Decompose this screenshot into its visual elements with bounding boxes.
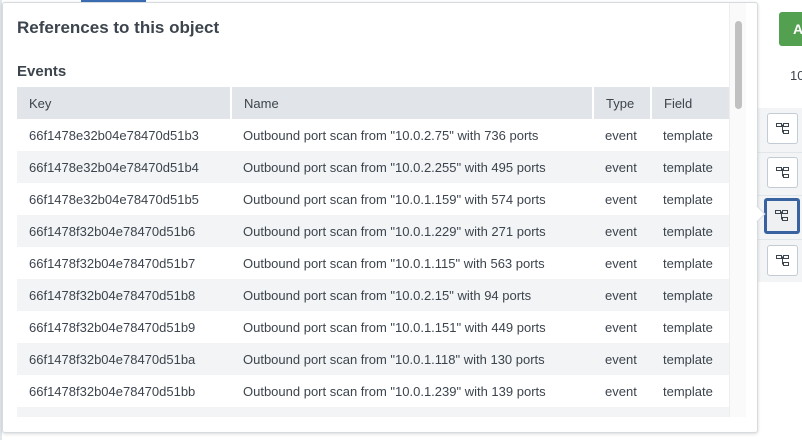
scrollbar[interactable] [729, 3, 746, 417]
table-row[interactable]: 66f1478e32b04e78470d51b4 Outbound port sc… [17, 151, 729, 183]
cell-name: Outbound port scan from "10.0.1.115" wit… [243, 255, 545, 271]
cell-type: event [593, 279, 651, 311]
cell-type: event [605, 191, 637, 207]
cell-type: event [593, 215, 651, 247]
references-popover: References to this object Events Key Nam… [2, 2, 758, 433]
cell [231, 407, 593, 417]
hierarchy-icon [775, 254, 789, 266]
table-row[interactable]: 66f1478f32b04e78470d51b7 Outbound port sc… [17, 247, 729, 279]
hierarchy-icon [775, 210, 788, 221]
cell-name: Outbound port scan from "10.0.2.15" with… [231, 279, 593, 311]
cell-key: 66f1478e32b04e78470d51b5 [29, 191, 199, 207]
hierarchy-button[interactable] [764, 198, 800, 234]
cell-field: template [663, 319, 713, 335]
cell-field: template [663, 127, 713, 143]
table-row[interactable]: 66f1478e32b04e78470d51b5 Outbound port sc… [17, 183, 729, 215]
cell-name: Outbound port scan from "10.0.1.229" wit… [231, 215, 593, 247]
column-header-name: Name [231, 87, 594, 119]
cell-type: event [593, 343, 651, 375]
cell-key: 66f1478f32b04e78470d51ba [17, 343, 231, 375]
cell-field: template [663, 255, 713, 271]
hierarchy-icon [775, 166, 789, 178]
column-header-type: Type [593, 87, 652, 119]
cell-key: 66f1478e32b04e78470d51b4 [17, 151, 231, 183]
cell-key: 66f1478f32b04e78470d51b7 [29, 255, 196, 271]
hierarchy-icon [775, 122, 789, 134]
cell-key: 66f1478f32b04e78470d51b6 [17, 215, 231, 247]
cell-field: template [651, 279, 729, 311]
cell-name: Outbound port scan from "10.0.2.75" with… [243, 127, 539, 143]
table-row-partial[interactable] [17, 407, 729, 417]
table-row[interactable]: 66f1478f32b04e78470d51b8 Outbound port sc… [17, 279, 729, 311]
table-row[interactable]: 66f1478f32b04e78470d51bb Outbound port sc… [17, 375, 729, 407]
cell-field: template [651, 151, 729, 183]
hierarchy-button[interactable] [767, 113, 798, 144]
hierarchy-button[interactable] [767, 157, 798, 188]
action-button[interactable]: A [779, 12, 802, 46]
count-text: 10 [790, 68, 802, 83]
column-header-field: Field [651, 87, 729, 119]
table-row[interactable]: 66f1478f32b04e78470d51b9 Outbound port sc… [17, 311, 729, 343]
cell-key: 66f1478e32b04e78470d51b3 [29, 127, 199, 143]
cell-name: Outbound port scan from "10.0.1.159" wit… [243, 191, 546, 207]
cell-key: 66f1478f32b04e78470d51b8 [17, 279, 231, 311]
popover-title: References to this object [17, 18, 220, 37]
section-heading-events: Events [17, 63, 67, 80]
table-row[interactable]: 66f1478f32b04e78470d51ba Outbound port sc… [17, 343, 729, 375]
cell [593, 407, 651, 417]
cell-field: template [663, 383, 713, 399]
cell-name: Outbound port scan from "10.0.1.151" wit… [243, 319, 546, 335]
cell-field: template [651, 343, 729, 375]
cell-type: event [605, 319, 637, 335]
cell [17, 407, 231, 417]
cell-type: event [605, 127, 637, 143]
cell-name: Outbound port scan from "10.0.1.118" wit… [231, 343, 593, 375]
cell-key: 66f1478f32b04e78470d51bb [29, 383, 196, 399]
cell-name: Outbound port scan from "10.0.2.255" wit… [231, 151, 593, 183]
table-row[interactable]: 66f1478f32b04e78470d51b6 Outbound port sc… [17, 215, 729, 247]
cell-field: template [651, 215, 729, 247]
cell-type: event [593, 151, 651, 183]
cell-type: event [605, 383, 637, 399]
scrollbar-thumb[interactable] [735, 21, 742, 109]
hierarchy-button[interactable] [767, 245, 798, 276]
events-table: Key Name Type Field 66f1478e32b04e78470d… [17, 87, 729, 417]
cell-type: event [605, 255, 637, 271]
cell [651, 407, 729, 417]
column-header-key: Key [17, 87, 232, 119]
table-row[interactable]: 66f1478e32b04e78470d51b3 Outbound port sc… [17, 119, 729, 151]
cell-field: template [663, 191, 713, 207]
cell-key: 66f1478f32b04e78470d51b9 [29, 319, 196, 335]
cell-name: Outbound port scan from "10.0.1.239" wit… [243, 383, 546, 399]
